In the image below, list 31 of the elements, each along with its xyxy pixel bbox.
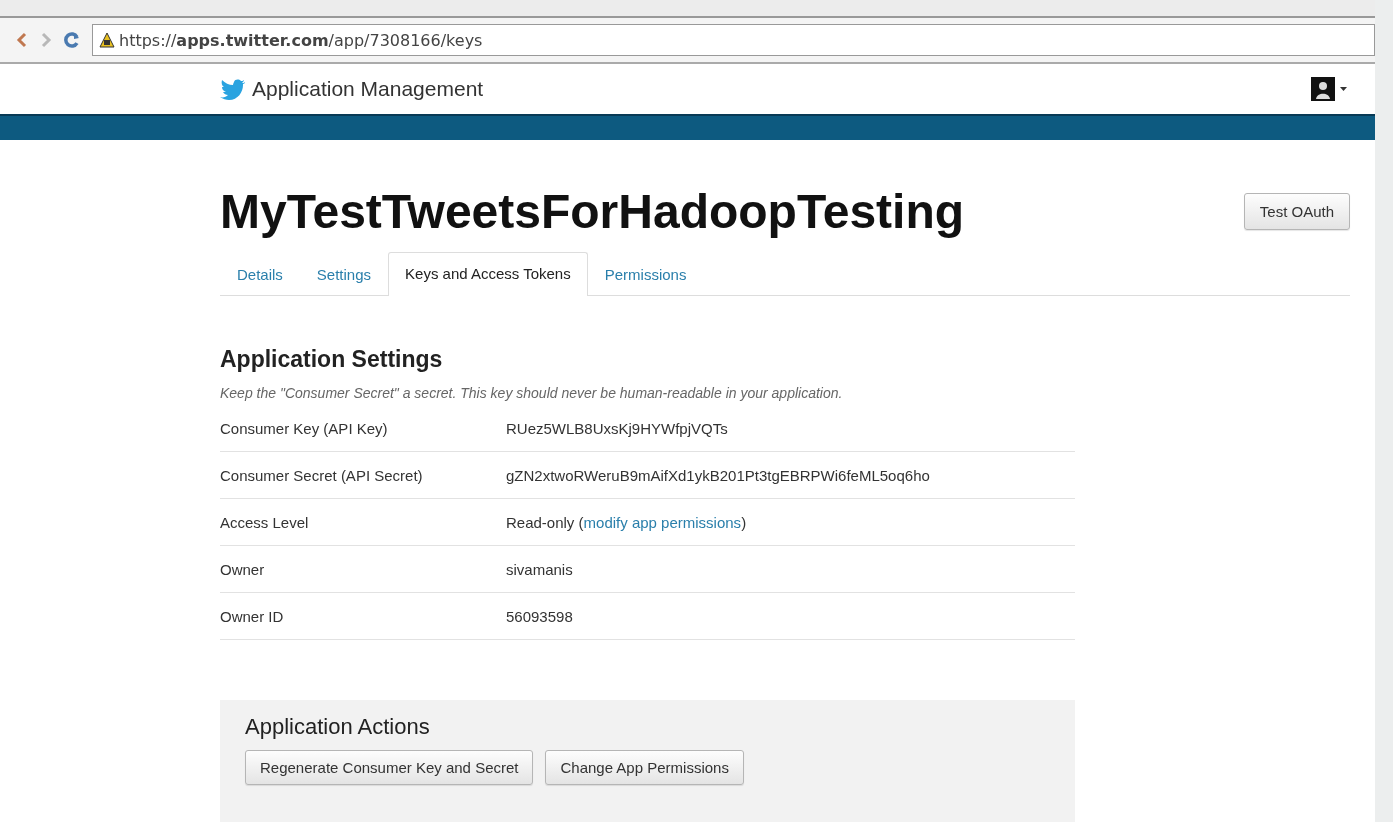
warning-lock-icon bbox=[99, 32, 115, 48]
setting-label: Owner bbox=[220, 560, 266, 578]
account-menu[interactable] bbox=[1311, 77, 1347, 101]
setting-value: sivamanis bbox=[506, 560, 573, 578]
setting-label: Owner ID bbox=[220, 607, 285, 625]
setting-value: 56093598 bbox=[506, 607, 573, 625]
action-button[interactable]: Change App Permissions bbox=[545, 750, 744, 785]
action-button[interactable]: Regenerate Consumer Key and Secret bbox=[245, 750, 534, 785]
app-name: MyTestTweetsForHadoopTesting bbox=[220, 184, 965, 239]
setting-value: gZN2xtwoRWeruB9mAifXd1ykB201Pt3tgEBRPWi6feML5oq6ho bbox=[506, 466, 930, 484]
tab[interactable]: Settings bbox=[299, 253, 389, 296]
setting-value: RUez5WLB8UxsKj9HYWfpjVQTs bbox=[506, 419, 728, 437]
avatar-icon bbox=[1311, 77, 1335, 101]
setting-value: Read-only (modify app permissions) bbox=[506, 513, 747, 531]
actions-heading: Application Actions bbox=[245, 714, 431, 740]
setting-label: Consumer Key (API Key) bbox=[220, 419, 389, 437]
bird-icon bbox=[220, 78, 246, 100]
setting-label: Access Level bbox=[220, 513, 310, 531]
reload-icon[interactable] bbox=[64, 32, 80, 48]
caret-icon bbox=[1340, 87, 1347, 91]
note-text: Keep the "Consumer Secret" a secret. This key should never be human-readable in your application. bbox=[220, 385, 844, 401]
tab[interactable]: Details bbox=[220, 253, 300, 296]
test-oauth-button[interactable]: Test OAuth bbox=[1243, 193, 1350, 230]
tab[interactable]: Permissions bbox=[587, 253, 704, 296]
header-title: Application Management bbox=[252, 77, 484, 101]
modify-permissions-link[interactable]: modify app permissions bbox=[583, 513, 742, 531]
back-icon[interactable] bbox=[16, 32, 28, 48]
address-bar[interactable]: https://apps.twitter.com/app/7308166/keys bbox=[92, 24, 1375, 56]
section-heading: Application Settings bbox=[220, 346, 444, 373]
setting-label: Consumer Secret (API Secret) bbox=[220, 466, 424, 484]
tab[interactable]: Keys and Access Tokens bbox=[388, 252, 588, 296]
